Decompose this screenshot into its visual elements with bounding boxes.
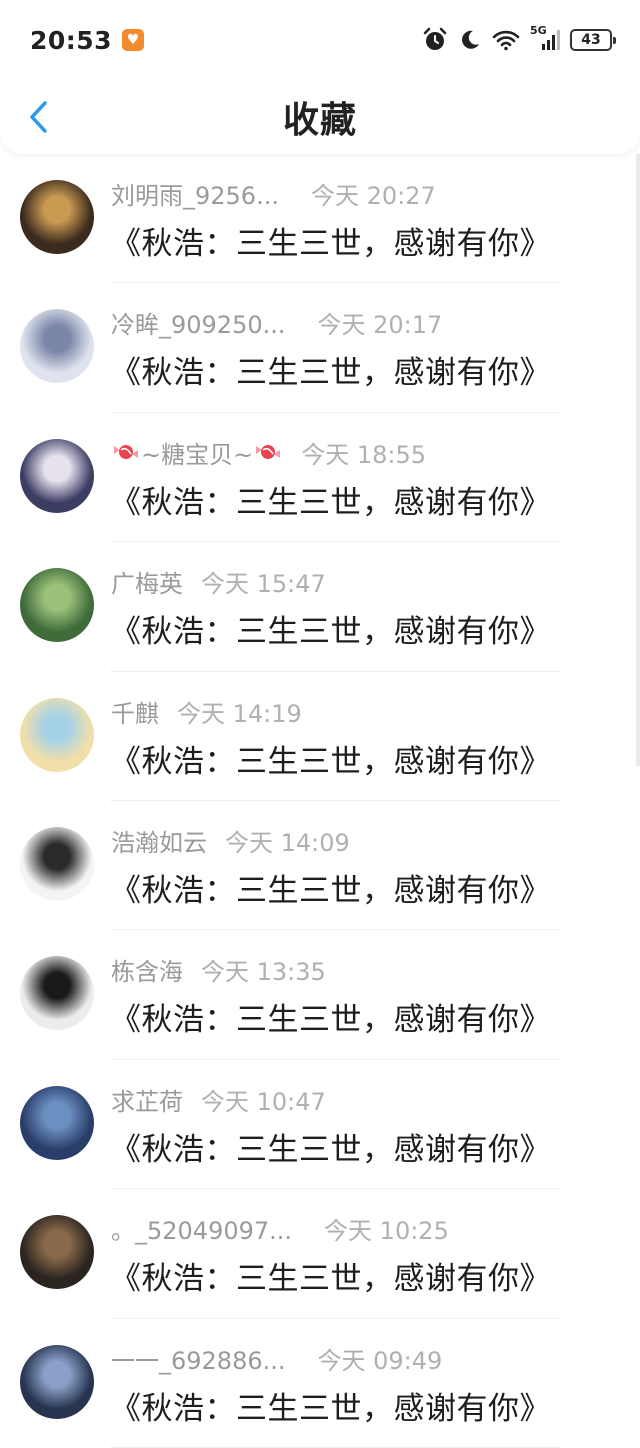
user-name: 广梅英: [111, 570, 183, 599]
item-meta: 浩瀚如云 今天 14:09: [111, 823, 350, 858]
item-meta: 一一_692886... 今天 09:49: [111, 1341, 442, 1376]
list-item[interactable]: 求芷荷 今天 10:47 《秋浩：三生三世，感谢有你》: [0, 1060, 640, 1190]
user-name: 一一_692886...: [111, 1346, 286, 1375]
avatar[interactable]: [20, 180, 94, 254]
favorite-time: 今天 18:55: [301, 440, 427, 469]
user-name: 冷眸_909250...: [111, 311, 286, 340]
favorite-time: 今天 20:27: [310, 182, 436, 210]
favorite-content[interactable]: 《秋浩：三生三世，感谢有你》: [110, 1253, 551, 1298]
page-title: 收藏: [282, 100, 357, 141]
favorite-time: 今天 09:49: [317, 1346, 443, 1375]
status-time: 20:53: [30, 25, 113, 55]
battery-indicator: 43: [570, 29, 616, 51]
list-item[interactable]: 。_52049097... 今天 10:25 《秋浩：三生三世，感谢有你》: [0, 1189, 640, 1319]
favorite-content[interactable]: 《秋浩：三生三世，感谢有你》: [110, 1383, 551, 1428]
avatar[interactable]: [20, 309, 94, 384]
page-header: 收藏: [0, 80, 640, 154]
signal-5g-icon: 5G: [530, 24, 560, 52]
item-meta: 求芷荷 今天 10:47: [111, 1082, 326, 1117]
status-bar: 20:53 ♥ 5G 43: [0, 0, 640, 80]
chevron-left-icon: [30, 101, 47, 133]
user-name: 求芷荷: [111, 1087, 183, 1116]
item-meta: 千麒 今天 14:19: [111, 694, 302, 729]
list-item[interactable]: 刘明雨_9256... 今天 20:27 《秋浩：三生三世，感谢有你》: [0, 154, 640, 284]
moon-icon: [462, 30, 479, 49]
item-meta: 冷眸_909250... 今天 20:17: [111, 305, 442, 340]
favorite-content[interactable]: 《秋浩：三生三世，感谢有你》: [110, 736, 551, 781]
favorite-time: 今天 10:25: [324, 1217, 449, 1246]
favorites-list: 刘明雨_9256... 今天 20:27 《秋浩：三生三世，感谢有你》 冷眸_9092…: [0, 154, 640, 1448]
network-type-label: 5G: [530, 24, 547, 37]
status-right: 5G 43: [422, 24, 616, 53]
favorite-content[interactable]: 《秋浩：三生三世，感谢有你》: [110, 347, 551, 392]
item-meta: 栋含海 今天 13:35: [111, 952, 326, 987]
avatar[interactable]: [20, 826, 94, 901]
list-item[interactable]: 千麒 今天 14:19 《秋浩：三生三世，感谢有你》: [0, 672, 640, 801]
list-item[interactable]: ~糖宝贝~ 今天 18:55 《秋浩：三生三世，感谢有你》: [0, 413, 640, 543]
status-left: 20:53 ♥: [30, 25, 145, 55]
favorite-content[interactable]: 《秋浩：三生三世，感谢有你》: [110, 994, 551, 1039]
favorite-time: 今天 20:17: [317, 311, 443, 340]
scrollbar[interactable]: [636, 154, 640, 766]
item-meta: 广梅英 今天 15:47: [111, 564, 326, 599]
item-meta: ~糖宝贝~ 今天 18:55: [111, 435, 426, 470]
favorite-time: 今天 14:19: [177, 699, 302, 728]
user-name: 栋含海: [111, 958, 183, 987]
user-name: 。_52049097...: [111, 1217, 293, 1246]
favorite-content[interactable]: 《秋浩：三生三世，感谢有你》: [110, 1124, 551, 1169]
list-item[interactable]: 栋含海 今天 13:35 《秋浩：三生三世，感谢有你》: [0, 930, 640, 1060]
avatar[interactable]: [20, 697, 94, 772]
user-name: 千麒: [111, 699, 159, 728]
favorite-content[interactable]: 《秋浩：三生三世，感谢有你》: [110, 865, 551, 910]
user-name: 刘明雨_9256...: [111, 182, 279, 210]
favorite-content[interactable]: 《秋浩：三生三世，感谢有你》: [110, 606, 551, 651]
item-meta: 刘明雨_9256... 今天 20:27: [111, 176, 436, 211]
list-item[interactable]: 冷眸_909250... 今天 20:17 《秋浩：三生三世，感谢有你》: [0, 283, 640, 413]
favorite-time: 今天 15:47: [201, 570, 326, 599]
user-name: 浩瀚如云: [111, 828, 207, 857]
avatar[interactable]: [20, 1085, 94, 1160]
app-notification-icon: ♥: [122, 29, 145, 51]
avatar[interactable]: [20, 1215, 94, 1290]
favorite-time: 今天 10:47: [201, 1087, 326, 1116]
candy-icon: [114, 445, 138, 460]
user-name: ~糖宝贝~: [141, 440, 254, 469]
favorite-content[interactable]: 《秋浩：三生三世，感谢有你》: [110, 477, 551, 522]
avatar[interactable]: [20, 956, 94, 1031]
wifi-icon: [492, 30, 520, 51]
favorite-time: 今天 14:09: [225, 828, 350, 857]
avatar[interactable]: [20, 438, 94, 513]
item-meta: 。_52049097... 今天 10:25: [111, 1211, 449, 1246]
list-item[interactable]: 广梅英 今天 15:47 《秋浩：三生三世，感谢有你》: [0, 542, 640, 672]
alarm-icon: [423, 27, 447, 50]
avatar[interactable]: [20, 568, 94, 643]
list-item[interactable]: 浩瀚如云 今天 14:09 《秋浩：三生三世，感谢有你》: [0, 801, 640, 931]
back-button[interactable]: [20, 98, 56, 136]
list-item[interactable]: 一一_692886... 今天 09:49 《秋浩：三生三世，感谢有你》: [0, 1319, 640, 1448]
favorite-time: 今天 13:35: [201, 958, 326, 987]
candy-icon: [256, 445, 281, 460]
avatar[interactable]: [20, 1344, 94, 1419]
favorite-content[interactable]: 《秋浩：三生三世，感谢有你》: [110, 218, 551, 263]
